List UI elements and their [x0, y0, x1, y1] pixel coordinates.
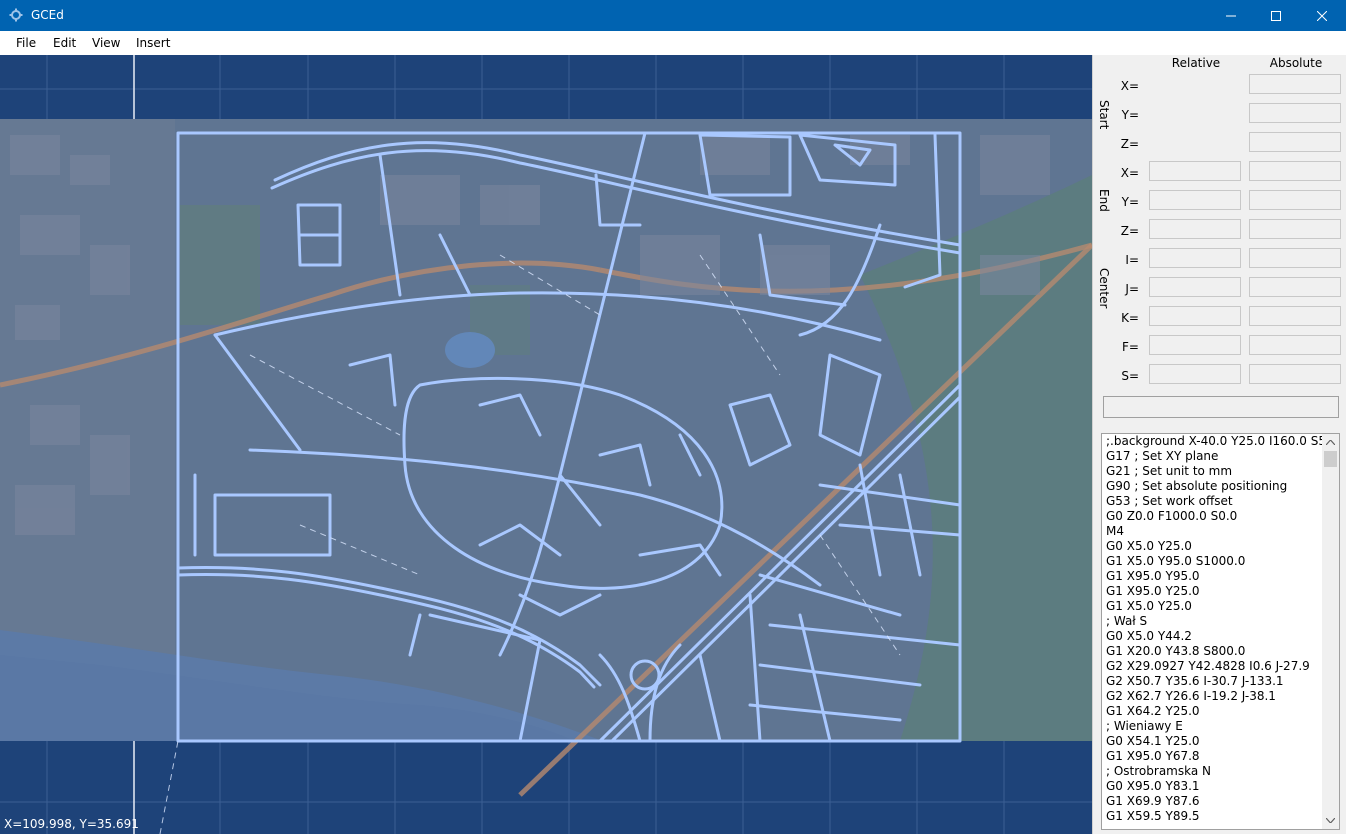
feed-absolute-field[interactable] [1249, 335, 1341, 355]
title-bar: GCEd [0, 0, 1346, 31]
label-speed-s: S= [1121, 369, 1139, 383]
gcode-line[interactable]: G21 ; Set unit to mm [1106, 464, 1322, 479]
gcode-line[interactable]: G1 X64.2 Y25.0 [1106, 704, 1322, 719]
gcode-line[interactable]: ; Wał S [1106, 614, 1322, 629]
app-gear-icon [9, 8, 23, 22]
map-background [0, 119, 1092, 797]
center-i-relative-field[interactable] [1149, 248, 1241, 268]
menu-file[interactable]: File [16, 36, 36, 50]
group-center: Center [1097, 268, 1111, 309]
gcode-line[interactable]: G2 X29.0927 Y42.4828 I0.6 J-27.9 [1106, 659, 1322, 674]
gcode-line[interactable]: G53 ; Set work offset [1106, 494, 1322, 509]
gcode-line[interactable]: G1 X20.0 Y43.8 S800.0 [1106, 644, 1322, 659]
gcode-line[interactable]: M4 [1106, 524, 1322, 539]
speed-relative-field[interactable] [1149, 364, 1241, 384]
drawing-canvas[interactable]: X=109.998, Y=35.691 [0, 55, 1092, 834]
gcode-line[interactable]: G1 X5.0 Y95.0 S1000.0 [1106, 554, 1322, 569]
end-z-relative-field[interactable] [1149, 219, 1241, 239]
end-x-relative-field[interactable] [1149, 161, 1241, 181]
end-y-relative-field[interactable] [1149, 190, 1241, 210]
header-relative: Relative [1171, 56, 1221, 70]
label-feed-f: F= [1122, 340, 1139, 354]
gcode-line[interactable]: G1 X95.0 Y67.8 [1106, 749, 1322, 764]
center-j-absolute-field[interactable] [1249, 277, 1341, 297]
group-end: End [1097, 189, 1111, 212]
label-end-y: Y= [1121, 195, 1139, 209]
gcode-line[interactable]: ;.background X-40.0 Y25.0 I160.0 S50.0 P… [1106, 434, 1322, 449]
start-x-absolute-field[interactable] [1249, 74, 1341, 94]
center-j-relative-field[interactable] [1149, 277, 1241, 297]
gcode-line[interactable]: G1 X69.9 Y87.6 [1106, 794, 1322, 809]
properties-panel: Relative Absolute Start End Center X= Y=… [1092, 55, 1346, 834]
maximize-button[interactable] [1253, 0, 1299, 31]
gcode-listbox[interactable]: ;.background X-40.0 Y25.0 I160.0 S50.0 P… [1101, 433, 1340, 830]
center-k-relative-field[interactable] [1149, 306, 1241, 326]
gcode-line[interactable]: G1 X95.0 Y25.0 [1106, 584, 1322, 599]
gcode-lines: ;.background X-40.0 Y25.0 I160.0 S50.0 P… [1106, 434, 1322, 824]
label-center-j: J= [1125, 282, 1139, 296]
gcode-line[interactable]: G90 ; Set absolute positioning [1106, 479, 1322, 494]
menu-insert[interactable]: Insert [136, 36, 170, 50]
label-center-i: I= [1125, 253, 1139, 267]
gcode-line[interactable]: G0 X95.0 Y83.1 [1106, 779, 1322, 794]
gcode-line[interactable]: G2 X50.7 Y35.6 I-30.7 J-133.1 [1106, 674, 1322, 689]
menu-edit[interactable]: Edit [53, 36, 76, 50]
feed-relative-field[interactable] [1149, 335, 1241, 355]
scroll-down-icon[interactable] [1322, 812, 1339, 829]
gcode-line[interactable]: G17 ; Set XY plane [1106, 449, 1322, 464]
header-absolute: Absolute [1269, 56, 1323, 70]
label-start-x: X= [1120, 79, 1139, 93]
menu-bar: File Edit View Insert [0, 31, 1346, 56]
command-status-field[interactable] [1103, 396, 1339, 418]
speed-absolute-field[interactable] [1249, 364, 1341, 384]
label-start-y: Y= [1121, 108, 1139, 122]
start-z-absolute-field[interactable] [1249, 132, 1341, 152]
menu-view[interactable]: View [92, 36, 120, 50]
center-i-absolute-field[interactable] [1249, 248, 1341, 268]
gcode-line[interactable]: G1 X5.0 Y25.0 [1106, 599, 1322, 614]
window-title: GCEd [31, 8, 64, 22]
maximize-icon [1271, 10, 1281, 21]
gcode-line[interactable]: G1 X59.5 Y89.5 [1106, 809, 1322, 824]
end-z-absolute-field[interactable] [1249, 219, 1341, 239]
close-icon [1317, 10, 1327, 21]
gcode-scrollbar[interactable] [1322, 434, 1339, 829]
end-x-absolute-field[interactable] [1249, 161, 1341, 181]
scroll-thumb[interactable] [1324, 451, 1337, 467]
close-button[interactable] [1299, 0, 1345, 31]
gcode-line[interactable]: G2 X62.7 Y26.6 I-19.2 J-38.1 [1106, 689, 1322, 704]
gcode-line[interactable]: G0 Z0.0 F1000.0 S0.0 [1106, 509, 1322, 524]
gcode-line[interactable]: ; Ostrobramska N [1106, 764, 1322, 779]
label-center-k: K= [1121, 311, 1139, 325]
minimize-button[interactable] [1208, 0, 1254, 31]
label-end-x: X= [1120, 166, 1139, 180]
group-start: Start [1097, 100, 1111, 130]
gcode-line[interactable]: G0 X54.1 Y25.0 [1106, 734, 1322, 749]
end-y-absolute-field[interactable] [1249, 190, 1341, 210]
center-k-absolute-field[interactable] [1249, 306, 1341, 326]
cursor-coordinates: X=109.998, Y=35.691 [4, 817, 139, 831]
gcode-line[interactable]: G0 X5.0 Y25.0 [1106, 539, 1322, 554]
start-y-absolute-field[interactable] [1249, 103, 1341, 123]
scroll-up-icon[interactable] [1322, 434, 1339, 451]
canvas-drawing [0, 55, 1092, 834]
gcode-line[interactable]: ; Wieniawy E [1106, 719, 1322, 734]
label-start-z: Z= [1120, 137, 1139, 151]
minimize-icon [1226, 15, 1236, 16]
gcode-line[interactable]: G0 X5.0 Y44.2 [1106, 629, 1322, 644]
gcode-line[interactable]: G1 X95.0 Y95.0 [1106, 569, 1322, 584]
label-end-z: Z= [1120, 224, 1139, 238]
